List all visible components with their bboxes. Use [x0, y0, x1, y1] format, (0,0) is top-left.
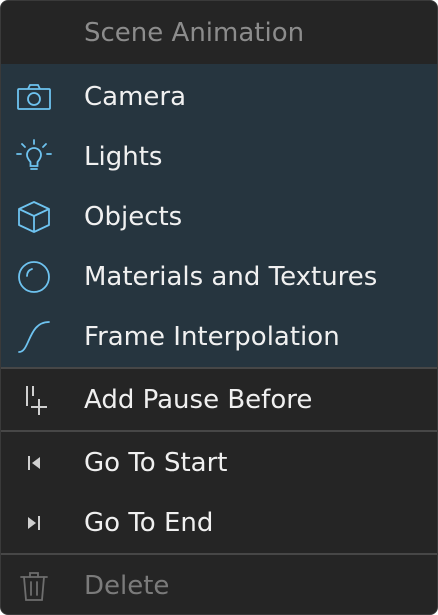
menu-item-label: Lights [84, 142, 163, 172]
menu-item-label: Objects [84, 202, 183, 232]
material-sphere-icon [15, 258, 53, 296]
menu-item-add-pause-before[interactable]: Add Pause Before [1, 370, 437, 430]
menu-item-label: Go To End [84, 508, 214, 538]
pause-section: Add Pause Before [1, 369, 437, 430]
menu-item-camera[interactable]: Camera [1, 67, 437, 127]
animation-targets-section: Camera Lights Objects Materials and Text… [1, 64, 437, 367]
menu-item-go-to-end[interactable]: Go To End [1, 493, 437, 553]
delete-section: Delete [1, 555, 437, 614]
cube-icon [15, 198, 53, 236]
menu-item-label: Frame Interpolation [84, 322, 340, 352]
lightbulb-icon [15, 138, 53, 176]
menu-item-label: Materials and Textures [84, 262, 378, 292]
menu-item-delete[interactable]: Delete [1, 556, 437, 614]
menu-item-lights[interactable]: Lights [1, 127, 437, 187]
navigation-section: Go To Start Go To End [1, 432, 437, 553]
menu-title: Scene Animation [84, 17, 305, 48]
add-pause-icon [15, 381, 53, 419]
menu-item-label: Go To Start [84, 448, 228, 478]
menu-item-materials-and-textures[interactable]: Materials and Textures [1, 247, 437, 307]
interpolation-curve-icon [15, 318, 53, 356]
menu-item-go-to-start[interactable]: Go To Start [1, 433, 437, 493]
menu-item-label: Add Pause Before [84, 385, 313, 415]
menu-item-label: Camera [84, 82, 187, 112]
context-menu: Scene Animation Camera Lights Objects Ma… [0, 0, 438, 615]
menu-item-frame-interpolation[interactable]: Frame Interpolation [1, 307, 437, 367]
menu-item-objects[interactable]: Objects [1, 187, 437, 247]
trash-icon [15, 567, 53, 605]
menu-item-label: Delete [84, 571, 170, 601]
go-to-start-icon [15, 444, 53, 482]
go-to-end-icon [15, 504, 53, 542]
camera-icon [15, 78, 53, 116]
